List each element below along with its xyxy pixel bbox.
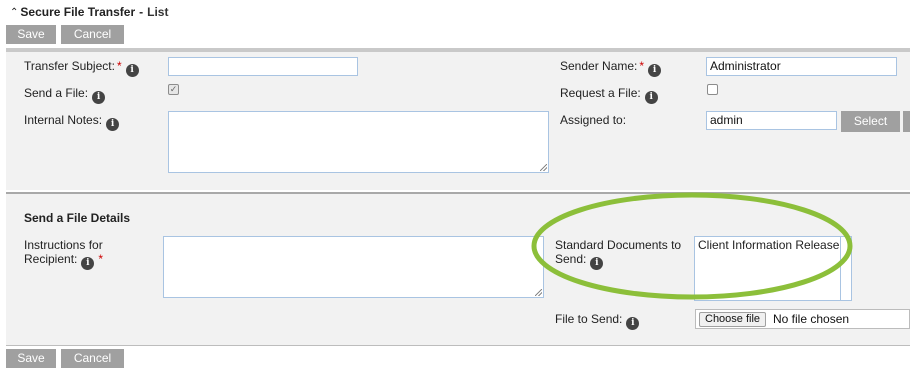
collapse-chevron-icon[interactable]: ⌃ (10, 7, 18, 18)
file-status-text: No file chosen (773, 312, 850, 326)
info-icon[interactable]: i (125, 64, 139, 77)
view-link-list[interactable]: List (147, 5, 168, 19)
resize-grip-icon[interactable] (535, 289, 542, 296)
file-to-send-label: File to Send: i (555, 312, 640, 330)
required-asterisk: * (116, 59, 122, 73)
cancel-button-bottom[interactable]: Cancel (61, 349, 124, 368)
assigned-to-input[interactable]: admin (706, 111, 837, 130)
send-a-file-label: Send a File: i (24, 86, 106, 104)
send-a-file-checkbox[interactable]: ✓ (168, 84, 179, 95)
info-icon[interactable]: i (106, 118, 120, 131)
cancel-button-top[interactable]: Cancel (61, 25, 124, 44)
clear-assignee-button[interactable] (903, 111, 910, 132)
select-assignee-button[interactable]: Select (841, 111, 900, 132)
info-icon[interactable]: i (626, 317, 640, 330)
info-icon[interactable]: i (644, 91, 658, 104)
required-asterisk: * (98, 252, 104, 266)
listbox-scrollbar[interactable] (840, 237, 841, 300)
transfer-subject-label: Transfer Subject: * i (24, 59, 139, 77)
standard-documents-label-line1: Standard Documents to (555, 238, 682, 252)
save-button-top[interactable]: Save (6, 25, 56, 44)
page-header: ⌃ Secure File Transfer - List (10, 5, 168, 19)
info-icon[interactable]: i (648, 64, 662, 77)
section-title-send-file-details: Send a File Details (24, 211, 131, 225)
request-a-file-checkbox[interactable] (707, 84, 718, 95)
request-a-file-label: Request a File: i (560, 86, 658, 104)
title-separator: - (139, 5, 144, 19)
list-item[interactable]: Client Information Release (698, 238, 839, 253)
assigned-to-label: Assigned to: (560, 113, 627, 127)
required-asterisk: * (639, 59, 645, 73)
info-icon[interactable]: i (81, 257, 95, 270)
instructions-textarea[interactable] (163, 236, 544, 298)
transfer-subject-input[interactable] (168, 57, 358, 76)
instructions-label-line2: Recipient: i * (24, 252, 104, 270)
sender-name-label: Sender Name: * i (560, 59, 662, 77)
info-icon[interactable]: i (590, 257, 604, 270)
file-upload-field: Choose file No file chosen (695, 309, 910, 329)
standard-documents-label-line2: Send: i (555, 252, 604, 270)
choose-file-button[interactable]: Choose file (699, 312, 767, 327)
internal-notes-label: Internal Notes: i (24, 113, 120, 131)
internal-notes-textarea[interactable] (168, 111, 549, 173)
save-button-bottom[interactable]: Save (6, 349, 56, 368)
page-title: Secure File Transfer (20, 5, 136, 19)
info-icon[interactable]: i (92, 91, 106, 104)
resize-grip-icon[interactable] (540, 164, 547, 171)
instructions-label-line1: Instructions for (24, 238, 103, 252)
sender-name-input[interactable]: Administrator (706, 57, 897, 76)
standard-documents-listbox[interactable]: Client Information Release (694, 236, 852, 301)
